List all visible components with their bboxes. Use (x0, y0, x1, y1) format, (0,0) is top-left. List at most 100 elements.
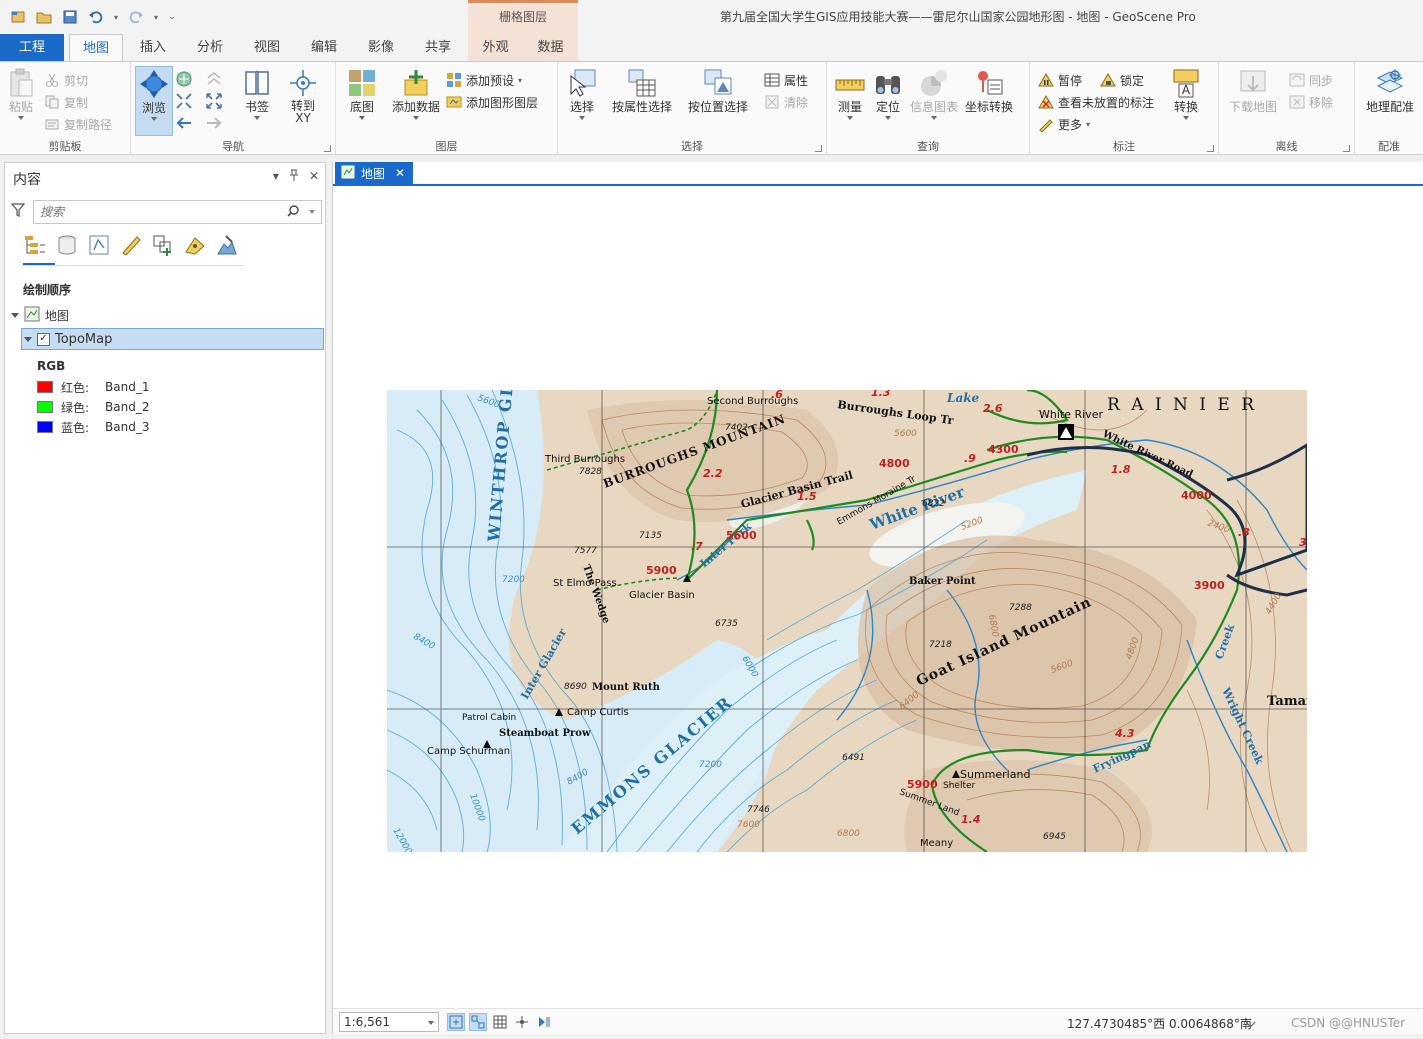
navigate-launcher-icon[interactable] (324, 145, 331, 152)
constraints-status-icon[interactable] (513, 1013, 531, 1031)
infographics-button[interactable]: 信息图表 (909, 66, 959, 120)
fixed-zoom-in-icon[interactable] (175, 92, 193, 113)
list-by-snapping-icon[interactable] (151, 233, 175, 257)
measure-button[interactable]: 测量 (833, 66, 867, 120)
clear-selection-button[interactable]: 清除 (764, 92, 808, 112)
sync-button[interactable]: 同步 (1289, 70, 1333, 90)
customize-qat-icon[interactable]: ⌄ (166, 8, 178, 26)
search-options-dropdown-icon[interactable] (309, 210, 315, 214)
pause-drawing-icon[interactable] (535, 1013, 553, 1031)
basemap-button[interactable]: 底图 (340, 66, 384, 120)
new-project-icon[interactable] (8, 8, 28, 26)
dist-label-4.3: 4.3 (1114, 727, 1135, 740)
close-map-tab-icon[interactable]: ✕ (395, 166, 405, 180)
tree-item-map[interactable]: 地图 (11, 304, 69, 326)
dist-label-2.2: 2.2 (703, 467, 723, 480)
tab-imagery[interactable]: 影像 (354, 34, 408, 61)
list-by-selection-icon[interactable] (87, 233, 111, 257)
filter-icon[interactable] (10, 203, 26, 217)
more-labeling-button[interactable]: 更多 ▾ (1038, 114, 1090, 134)
search-icon[interactable] (287, 205, 299, 220)
add-data-button[interactable]: 添加数据 (390, 66, 442, 120)
list-by-editing-icon[interactable] (119, 233, 143, 257)
view-toolbar-divider (23, 265, 245, 266)
pane-options-icon[interactable]: ▾ (273, 169, 279, 184)
collapse-layer-icon[interactable] (24, 336, 32, 342)
fixed-zoom-status-icon[interactable] (447, 1013, 465, 1031)
map-document-tab[interactable]: 地图 ✕ (335, 162, 414, 184)
convert-labels-button[interactable]: A 转换 (1168, 66, 1204, 120)
goto-xy-button[interactable]: 转到 XY (283, 66, 323, 124)
remove-offline-button[interactable]: 移除 (1289, 92, 1333, 112)
list-by-data-source-icon[interactable] (55, 233, 79, 257)
topo-map-image: R A I N I E R White River White River Ro… (387, 390, 1307, 852)
pane-pin-icon[interactable] (289, 169, 299, 184)
locate-button[interactable]: 定位 (871, 66, 905, 120)
full-extent-icon[interactable] (175, 70, 193, 91)
tab-view[interactable]: 视图 (240, 34, 294, 61)
pane-close-icon[interactable]: ✕ (309, 169, 319, 184)
explore-icon (139, 69, 169, 99)
select-by-attributes-button[interactable]: 按属性选择 (610, 66, 674, 114)
tab-edit[interactable]: 编辑 (297, 34, 351, 61)
offline-launcher-icon[interactable] (1343, 145, 1350, 152)
more-labeling-dropdown-icon: ▾ (1086, 119, 1091, 129)
tab-data[interactable]: 数据 (523, 34, 578, 61)
grid-status-icon[interactable] (491, 1013, 509, 1031)
layer-visibility-checkbox[interactable]: ✓ (37, 332, 50, 346)
copy-path-button[interactable]: 复制路径 (44, 114, 112, 134)
list-by-perspective-imagery-icon[interactable] (215, 233, 239, 257)
tree-item-topomap-layer[interactable]: ✓ TopoMap (21, 328, 324, 350)
save-project-icon[interactable] (60, 8, 80, 26)
paste-button[interactable]: 粘贴 (4, 66, 38, 120)
go-back-icon[interactable] (175, 114, 193, 135)
redo-icon[interactable] (126, 8, 146, 26)
locate-dropdown-icon (885, 116, 891, 120)
tab-share[interactable]: 共享 (411, 34, 465, 61)
georeference-button[interactable]: 地理配准 (1359, 66, 1421, 114)
tab-insert[interactable]: 插入 (126, 34, 180, 61)
snapping-status-icon[interactable] (469, 1013, 487, 1031)
coordinate-conversion-button[interactable]: 坐标转换 (963, 66, 1015, 114)
attributes-button[interactable]: 属性 (764, 70, 808, 90)
undo-dropdown-icon[interactable]: ▾ (112, 8, 120, 26)
add-graphics-layer-icon (446, 94, 462, 110)
map-scale-selector[interactable]: 1:6,561 (339, 1012, 439, 1032)
topo-map-canvas[interactable]: R A I N I E R White River White River Ro… (387, 390, 1307, 852)
redo-dropdown-icon[interactable]: ▾ (152, 8, 160, 26)
labeling-launcher-icon[interactable] (1207, 145, 1214, 152)
cut-button[interactable]: 剪切 (44, 70, 88, 90)
selection-launcher-icon[interactable] (815, 145, 822, 152)
tab-map[interactable]: 地图 (69, 34, 123, 62)
contour-label-6800b: 6800 (837, 829, 860, 839)
tab-appearance[interactable]: 外观 (468, 34, 523, 61)
map-label-glacier-basin: Glacier Basin (629, 590, 695, 601)
explore-button[interactable]: 浏览 (135, 66, 173, 136)
go-forward-icon[interactable] (205, 114, 223, 135)
list-by-labeling-icon[interactable] (183, 233, 207, 257)
open-project-icon[interactable] (34, 8, 54, 26)
select-button[interactable]: 选择 (562, 66, 602, 120)
download-map-button[interactable]: 下载地图 (1225, 66, 1281, 114)
tab-project[interactable]: 工程 (0, 34, 64, 61)
collapse-map-icon[interactable] (11, 312, 19, 318)
undo-icon[interactable] (86, 8, 106, 26)
fixed-zoom-out-icon[interactable] (205, 92, 223, 113)
lock-labeling-button[interactable]: 锁定 (1100, 70, 1144, 90)
spot-height-7288: 7288 (1009, 603, 1032, 613)
tab-analysis[interactable]: 分析 (183, 34, 237, 61)
bookmarks-button[interactable]: 书签 (237, 66, 277, 120)
contents-search-input[interactable] (34, 201, 274, 223)
copy-path-icon (44, 116, 60, 132)
previous-extent-icon[interactable] (205, 70, 223, 91)
pause-labeling-button[interactable]: 暂停 (1038, 70, 1082, 90)
scale-dropdown-icon (428, 1021, 434, 1025)
title-bar: ▾ ▾ ⌄ 栅格图层 第九届全国大学生GIS应用技能大赛——雷尼尔山国家公园地形… (0, 0, 1423, 34)
add-graphics-layer-button[interactable]: 添加图形图层 (446, 92, 538, 112)
add-preset-button[interactable]: 添加预设 ▾ (446, 70, 522, 90)
select-by-location-button[interactable]: 按位置选择 (686, 66, 750, 114)
view-unplaced-labels-button[interactable]: 查看未放置的标注 (1038, 92, 1154, 112)
map-status-bar: 1:6,561 127.4730485°西 0.0064868°南 CSDN @… (333, 1008, 1423, 1034)
list-by-drawing-order-icon[interactable] (23, 233, 47, 257)
copy-button[interactable]: 复制 (44, 92, 88, 112)
